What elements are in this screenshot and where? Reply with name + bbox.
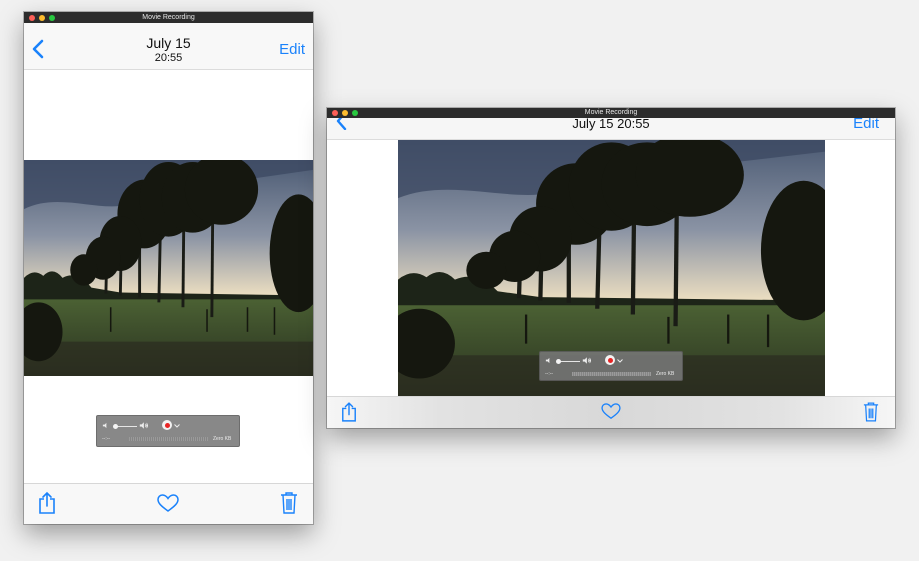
chevron-down-icon[interactable] [617,359,623,363]
recording-time: --:-- [102,436,111,442]
volume-knob[interactable] [113,424,118,429]
landscape-window: Movie Recording July 15 20:55 Edit --:--… [327,108,895,428]
zoom-button[interactable] [49,14,55,21]
phone-window: Movie Recording July 15 20:55 Edit --:--… [24,12,313,524]
recording-progress [129,437,208,441]
title-bar[interactable]: Movie Recording [327,108,895,118]
file-size: Zero KB [213,436,232,442]
window-title: Movie Recording [584,109,638,116]
edit-button[interactable]: Edit [279,41,305,58]
speaker-high-icon [582,357,591,364]
recording-controls: --:-- Zero KB [539,351,683,381]
toolbar [24,484,313,524]
minimize-button[interactable] [342,110,348,116]
speaker-low-icon [102,422,107,429]
nav-title: July 15 20:55 [572,118,650,131]
recording-time: --:-- [545,371,554,377]
chevron-down-icon[interactable] [174,424,180,428]
speaker-low-icon [545,357,550,364]
heart-icon[interactable] [157,494,179,513]
nav-title: July 15 [146,35,191,51]
record-icon[interactable] [605,355,615,365]
trash-icon[interactable] [280,491,298,515]
window-title: Movie Recording [142,14,195,21]
file-size: Zero KB [656,371,675,377]
edit-button[interactable]: Edit [853,118,879,132]
share-icon[interactable] [38,491,56,515]
close-button[interactable] [332,110,338,116]
toolbar [327,397,895,428]
share-icon[interactable] [341,401,357,423]
close-button[interactable] [29,14,35,21]
nav-subtitle: 20:55 [154,52,183,64]
recording-controls: --:-- Zero KB [96,415,240,447]
title-bar[interactable]: Movie Recording [24,12,313,23]
minimize-button[interactable] [39,14,45,21]
speaker-high-icon [139,422,148,429]
window-controls [29,12,55,23]
recording-progress [572,372,651,376]
nav-bar: July 15 20:55 Edit [327,118,895,140]
nav-bar: July 15 20:55 Edit [24,23,313,70]
zoom-button[interactable] [352,110,358,116]
heart-icon[interactable] [601,403,621,420]
record-icon[interactable] [162,420,172,430]
volume-knob[interactable] [556,359,561,364]
trash-icon[interactable] [863,401,879,423]
window-controls [332,108,358,118]
photo[interactable] [24,160,313,376]
